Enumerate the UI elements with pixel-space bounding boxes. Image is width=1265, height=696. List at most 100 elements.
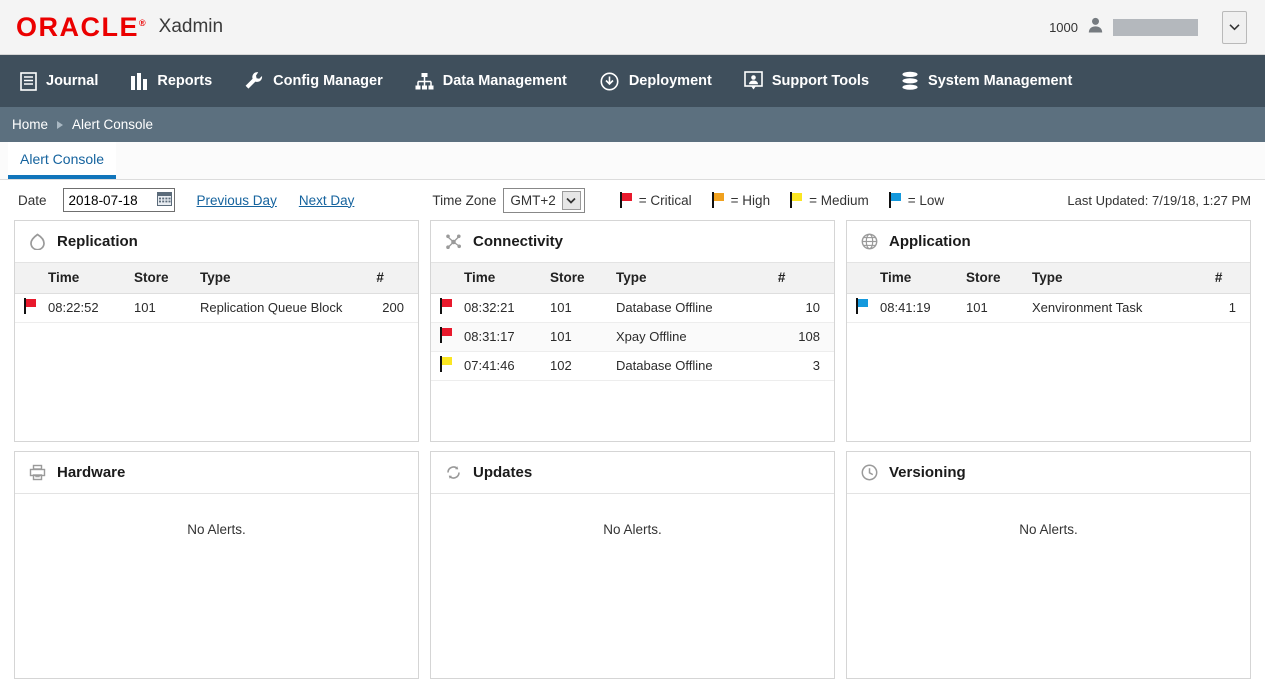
nav-item-reports[interactable]: Reports bbox=[130, 72, 212, 91]
panel-title-updates: Updates bbox=[473, 464, 533, 481]
calendar-icon[interactable] bbox=[156, 191, 172, 209]
nav-item-data-management[interactable]: Data Management bbox=[415, 72, 567, 91]
table-row[interactable]: 08:41:19 101 Xenvironment Task 1 bbox=[847, 293, 1250, 323]
panel-updates: Updates No Alerts. bbox=[430, 451, 835, 679]
panel-row-bottom: Hardware No Alerts. Updates No Alerts. V… bbox=[14, 451, 1251, 679]
th-store: Store bbox=[960, 263, 1026, 294]
nav-label-reports: Reports bbox=[157, 73, 213, 89]
database-icon bbox=[901, 71, 919, 91]
nav-item-support-tools[interactable]: Support Tools bbox=[744, 71, 869, 91]
alert-panels: Replication Time Store Type # 08:22:52 1… bbox=[0, 220, 1265, 679]
user-menu-button[interactable] bbox=[1222, 10, 1247, 44]
chevron-down-icon bbox=[1229, 24, 1240, 31]
nav-label-journal: Journal bbox=[46, 73, 99, 89]
wrench-icon bbox=[244, 71, 264, 91]
panel-connectivity: Connectivity Time Store Type # 08:32:21 … bbox=[430, 220, 835, 442]
cell-type: Xpay Offline bbox=[610, 322, 772, 352]
cell-store: 102 bbox=[544, 351, 610, 381]
legend-label-critical: = Critical bbox=[638, 192, 692, 208]
cell-severity bbox=[431, 322, 458, 352]
last-updated-label: Last Updated: 7/19/18, 1:27 PM bbox=[1067, 192, 1251, 208]
flag-icon-critical bbox=[619, 192, 632, 208]
no-alerts-message: No Alerts. bbox=[187, 522, 246, 537]
tab-bar: Alert Console bbox=[0, 142, 1265, 180]
severity-legend: = Critical = High = Medium = Low bbox=[619, 192, 944, 208]
chevron-down-icon bbox=[561, 190, 581, 210]
triangle-right-icon bbox=[57, 120, 64, 129]
panel-title-connectivity: Connectivity bbox=[473, 233, 564, 250]
panel-header-versioning: Versioning bbox=[847, 452, 1250, 494]
cell-store: 101 bbox=[960, 293, 1026, 323]
timezone-select[interactable]: GMT+2 bbox=[503, 187, 585, 213]
th-count: # bbox=[1208, 263, 1250, 294]
sitemap-icon bbox=[415, 72, 434, 91]
th-count: # bbox=[370, 263, 418, 294]
breadcrumb-item-home[interactable]: Home bbox=[12, 117, 48, 132]
flag-icon-critical bbox=[24, 298, 36, 314]
nav-label-deployment: Deployment bbox=[628, 73, 712, 89]
cell-store: 101 bbox=[544, 322, 610, 352]
legend-label-medium: = Medium bbox=[809, 192, 869, 208]
table-row[interactable]: 08:22:52 101 Replication Queue Block 200 bbox=[15, 293, 418, 323]
date-input[interactable] bbox=[68, 192, 149, 208]
alert-table-replication: Time Store Type # 08:22:52 101 Replicati… bbox=[15, 263, 418, 323]
flag-icon-medium bbox=[790, 192, 803, 208]
panel-title-replication: Replication bbox=[57, 233, 138, 250]
table-row[interactable]: 08:31:17 101 Xpay Offline 108 bbox=[431, 322, 834, 352]
panel-title-hardware: Hardware bbox=[57, 464, 126, 481]
table-row[interactable]: 07:41:46 102 Database Offline 3 bbox=[431, 351, 834, 381]
th-time: Time bbox=[874, 263, 960, 294]
clock-icon bbox=[861, 464, 878, 481]
no-alerts-message: No Alerts. bbox=[1019, 522, 1078, 537]
cell-count: 1 bbox=[1208, 293, 1250, 323]
alert-table-application: Time Store Type # 08:41:19 101 Xenvironm… bbox=[847, 263, 1250, 323]
bar-chart-icon bbox=[130, 72, 148, 91]
user-id-label: 1000 bbox=[1049, 19, 1078, 35]
table-row[interactable]: 08:32:21 101 Database Offline 10 bbox=[431, 293, 834, 323]
th-type: Type bbox=[1026, 263, 1209, 294]
panel-hardware: Hardware No Alerts. bbox=[14, 451, 419, 679]
cell-severity bbox=[431, 351, 458, 381]
nav-item-system-management[interactable]: System Management bbox=[901, 71, 1072, 91]
timezone-group: Time Zone GMT+2 bbox=[432, 187, 585, 213]
next-day-link[interactable]: Next Day bbox=[299, 193, 355, 208]
nav-item-journal[interactable]: Journal bbox=[20, 71, 99, 91]
panel-replication: Replication Time Store Type # 08:22:52 1… bbox=[14, 220, 419, 442]
nav-item-deployment[interactable]: Deployment bbox=[599, 72, 712, 91]
th-severity bbox=[847, 263, 874, 294]
panel-row-top: Replication Time Store Type # 08:22:52 1… bbox=[14, 220, 1251, 442]
legend-item-high: = High bbox=[711, 192, 771, 208]
date-label: Date bbox=[18, 192, 47, 208]
registered-mark: ® bbox=[139, 17, 146, 28]
th-time: Time bbox=[458, 263, 544, 294]
flag-icon-low bbox=[856, 298, 868, 314]
journal-icon bbox=[20, 71, 37, 91]
cell-type: Replication Queue Block bbox=[194, 293, 371, 323]
tab-label-alert-console: Alert Console bbox=[20, 150, 105, 167]
no-alerts-message: No Alerts. bbox=[603, 522, 662, 537]
nav-label-system-management: System Management bbox=[928, 73, 1073, 89]
replication-cycle-icon bbox=[29, 233, 46, 250]
panel-header-connectivity: Connectivity bbox=[431, 221, 834, 263]
flag-icon-medium bbox=[440, 356, 452, 372]
panel-title-versioning: Versioning bbox=[889, 464, 966, 481]
th-severity bbox=[15, 263, 42, 294]
breadcrumb: Home Alert Console bbox=[0, 107, 1265, 142]
previous-day-link[interactable]: Previous Day bbox=[197, 193, 277, 208]
nav-item-config-manager[interactable]: Config Manager bbox=[244, 71, 383, 91]
support-person-icon bbox=[744, 71, 763, 91]
panel-header-application: Application bbox=[847, 221, 1250, 263]
nav-label-data-management: Data Management bbox=[442, 73, 567, 89]
date-field-wrapper bbox=[62, 188, 175, 212]
person-icon bbox=[1088, 17, 1103, 38]
legend-label-high: = High bbox=[730, 192, 771, 208]
cell-store: 101 bbox=[544, 293, 610, 323]
sync-arrows-icon bbox=[445, 464, 462, 481]
filter-toolbar: Date Previous Day Next Day Time Zone GMT… bbox=[0, 180, 1265, 220]
printer-icon bbox=[29, 464, 46, 481]
cell-time: 08:31:17 bbox=[458, 322, 544, 352]
cloud-download-icon bbox=[599, 72, 620, 91]
th-store: Store bbox=[544, 263, 610, 294]
legend-item-critical: = Critical bbox=[619, 192, 692, 208]
tab-alert-console[interactable]: Alert Console bbox=[8, 142, 117, 179]
